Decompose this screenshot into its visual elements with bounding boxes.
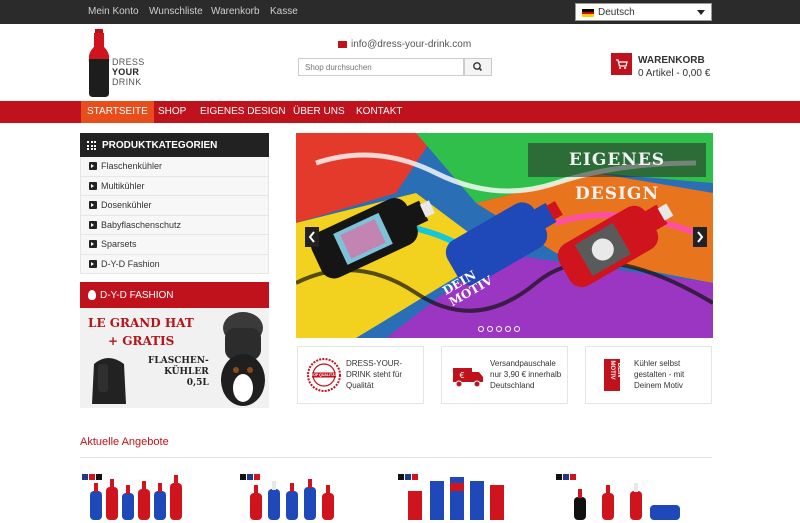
- feature-text: Kühler selbst gestalten - mit Deinem Mot…: [634, 359, 685, 390]
- chevron-right-icon: [89, 181, 97, 190]
- slider-next-button[interactable]: [693, 227, 707, 247]
- slider-dot[interactable]: [496, 326, 502, 332]
- product-card[interactable]: [82, 471, 207, 520]
- dein-motiv-badge-text: DEIN MOTIV: [609, 360, 622, 380]
- wishlist-link[interactable]: Wunschliste: [149, 6, 203, 17]
- language-select[interactable]: Deutsch: [575, 3, 712, 21]
- slider-prev-button[interactable]: [305, 227, 319, 247]
- my-account-link[interactable]: Mein Konto: [88, 6, 139, 17]
- email-contact[interactable]: info@dress-your-drink.com: [338, 39, 471, 50]
- chevron-right-icon: [89, 201, 97, 209]
- nav-item-shop[interactable]: SHOP: [152, 101, 192, 123]
- search-button[interactable]: [464, 58, 492, 76]
- svg-text:€: €: [459, 371, 464, 380]
- cart-summary: 0 Artikel - 0,00 €: [638, 68, 711, 79]
- top-bar: Mein Konto Wunschliste Warenkorb Kasse D…: [0, 0, 800, 24]
- category-label: Flaschenkühler: [101, 161, 163, 171]
- fashion-title: D-Y-D FASHION: [100, 290, 174, 301]
- category-label: Dosenkühler: [101, 200, 152, 210]
- category-label: Babyflaschenschutz: [101, 219, 182, 230]
- offers-divider: [80, 457, 712, 458]
- nav-item-eigenes-design[interactable]: EIGENES DESIGN: [194, 101, 292, 123]
- categories-title: PRODUKTKATEGORIEN: [102, 140, 218, 151]
- slider-dot[interactable]: [487, 326, 493, 332]
- slider-pagination: [478, 323, 523, 335]
- category-item-flaschenkuehler[interactable]: Flaschenkühler: [80, 157, 269, 177]
- hero-slider[interactable]: DEIN MOTIV EIGENES DESIGN: [296, 133, 713, 338]
- cart-title[interactable]: WARENKORB: [638, 55, 705, 66]
- cart-link[interactable]: Warenkorb: [211, 6, 260, 17]
- banner-line-2: + GRATIS: [108, 334, 175, 348]
- product-card[interactable]: [556, 471, 681, 520]
- category-item-multikuehler[interactable]: Multikühler: [80, 176, 269, 196]
- color-swatches: [398, 471, 419, 483]
- checkout-link[interactable]: Kasse: [270, 6, 298, 17]
- color-swatches: [556, 471, 577, 483]
- slider-dot[interactable]: [478, 326, 484, 332]
- chevron-right-icon: [89, 220, 97, 229]
- product-card[interactable]: [398, 471, 523, 520]
- nav-item-startseite[interactable]: STARTSEITE: [81, 101, 154, 123]
- chevron-right-icon: [89, 259, 97, 268]
- bottle-logo-icon: [88, 29, 110, 97]
- search-input[interactable]: [298, 58, 464, 76]
- banner-line-3: FLASCHEN- KÜHLER 0,5L: [148, 356, 209, 388]
- chevron-right-icon: [697, 231, 704, 243]
- category-list: Flaschenkühler Multikühler Dosenkühler B…: [80, 157, 269, 274]
- slider-dot[interactable]: [505, 326, 511, 332]
- feature-text: Versandpauschale nur 3,90 € innerhalb De…: [490, 359, 562, 390]
- feature-own-design: DEIN MOTIV Kühler selbst gestalten - mit…: [585, 346, 712, 404]
- truck-icon: €: [453, 368, 483, 388]
- category-item-dyd-fashion[interactable]: D-Y-D Fashion: [80, 254, 269, 274]
- fashion-heading: D-Y-D FASHION: [80, 282, 269, 308]
- nav-item-kontakt[interactable]: KONTAKT: [350, 101, 408, 123]
- category-label: D-Y-D Fashion: [101, 258, 160, 269]
- envelope-icon: [338, 40, 347, 48]
- shopping-cart-icon: [616, 59, 628, 69]
- chevron-left-icon: [308, 231, 315, 243]
- category-item-sparsets[interactable]: Sparsets: [80, 235, 269, 255]
- grid-icon: [87, 141, 96, 150]
- chevron-right-icon: [89, 162, 97, 170]
- banner-line-1: LE GRAND HAT: [88, 316, 194, 330]
- logo[interactable]: DRESS YOUR DRINK: [88, 29, 148, 97]
- product-card[interactable]: [240, 471, 365, 520]
- color-swatches: [240, 471, 261, 483]
- email-address: info@dress-your-drink.com: [351, 39, 472, 50]
- fashion-banner[interactable]: LE GRAND HAT + GRATIS FLASCHEN- KÜHLER 0…: [80, 308, 269, 408]
- chevron-down-icon: [697, 10, 705, 15]
- main-nav: STARTSEITE SHOP EIGENES DESIGN ÜBER UNS …: [0, 101, 800, 123]
- nav-item-ueber-uns[interactable]: ÜBER UNS: [287, 101, 351, 123]
- quality-badge-text: TOP QUALITÄT: [311, 373, 337, 377]
- feature-text: DRESS-YOUR-DRINK steht für Qualität: [346, 359, 403, 390]
- german-flag-icon: [582, 9, 594, 17]
- language-label: Deutsch: [598, 7, 635, 18]
- fire-icon: [88, 290, 96, 300]
- search-icon: [473, 62, 483, 72]
- category-label: Multikühler: [101, 180, 145, 191]
- slider-title: EIGENES DESIGN: [528, 143, 706, 204]
- feature-quality: TOP QUALITÄT DRESS-YOUR-DRINK steht für …: [297, 346, 424, 404]
- categories-heading: PRODUKTKATEGORIEN: [80, 133, 269, 157]
- category-item-dosenkuehler[interactable]: Dosenkühler: [80, 196, 269, 216]
- slider-dot[interactable]: [514, 326, 520, 332]
- cart-button[interactable]: [611, 53, 632, 75]
- offers-heading: Aktuelle Angebote: [80, 436, 169, 448]
- chevron-right-icon: [89, 240, 97, 248]
- feature-shipping: € Versandpauschale nur 3,90 € innerhalb …: [441, 346, 568, 404]
- color-swatches: [82, 471, 103, 483]
- category-label: Sparsets: [101, 239, 137, 249]
- logo-text: DRESS YOUR DRINK: [112, 57, 145, 87]
- category-item-babyflaschenschutz[interactable]: Babyflaschenschutz: [80, 215, 269, 235]
